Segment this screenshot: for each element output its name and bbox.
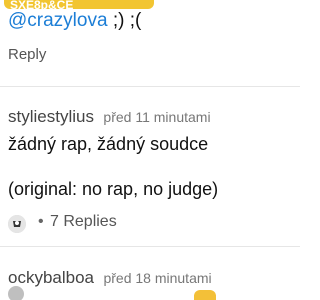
comment-meta: styliestylius před 11 minutami <box>8 107 211 127</box>
reply-button[interactable]: Reply <box>8 46 46 63</box>
comments-screen: SXE8p&CE @crazylova ;) ;( Reply styliest… <box>0 0 300 300</box>
mention-link[interactable]: @crazylova <box>8 10 108 31</box>
username[interactable]: styliestylius <box>8 107 94 126</box>
comment-translation: (original: no rap, no judge) <box>8 179 219 199</box>
timestamp: před 11 minutami <box>103 109 211 125</box>
separator-dot: • <box>38 213 44 230</box>
user-badge[interactable]: SXE8p&CE <box>4 0 154 9</box>
view-replies-button[interactable]: 7 Replies <box>50 213 117 231</box>
comment-text-tail: ;) ;( <box>107 10 142 31</box>
avatar-icon <box>8 286 24 300</box>
divider <box>0 246 300 247</box>
avatar-icon <box>8 215 26 233</box>
next-comment-preview <box>8 286 298 300</box>
username[interactable]: ockybalboa <box>8 268 94 287</box>
comment-text: žádný rap, žádný soudce <box>8 134 209 154</box>
comment-text: @crazylova ;) ;( <box>8 10 141 32</box>
timestamp: před 18 minutami <box>103 270 212 286</box>
divider <box>0 86 300 87</box>
comment-meta: ockybalboa před 18 minutami <box>8 268 212 288</box>
badge-icon <box>194 290 216 300</box>
